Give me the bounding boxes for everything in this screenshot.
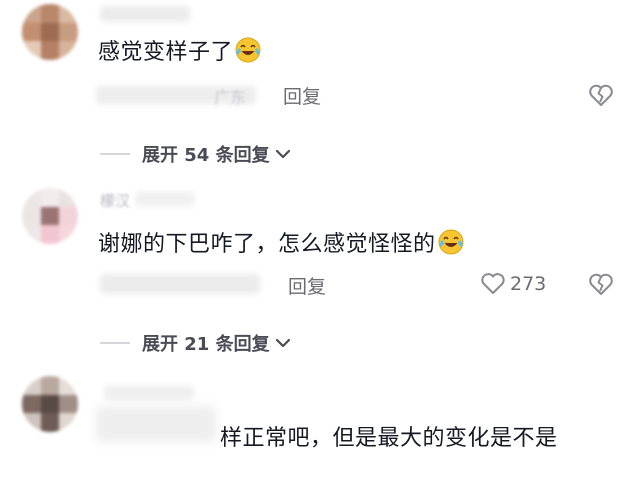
expand-replies-button[interactable]: 展开 21 条回复 [100, 330, 292, 356]
heart-outline-icon [481, 273, 505, 294]
laughing-crying-emoji [235, 37, 261, 69]
expand-replies-label: 展开 54 条回复 [142, 145, 270, 166]
broken-heart-icon[interactable] [588, 83, 614, 111]
comment-text: 谢娜的下巴咋了，怎么感觉怪怪的 [98, 226, 464, 261]
reply-button[interactable]: 回复 [283, 82, 321, 109]
username-fragment[interactable]: 檬汉 [100, 190, 130, 211]
location-fragment: 广东 [214, 88, 247, 107]
comment-text: 感觉变样子了 [98, 34, 261, 69]
reply-button[interactable]: 回复 [288, 272, 326, 299]
like-button[interactable]: 273 [480, 272, 546, 296]
expand-replies-label: 展开 21 条回复 [142, 334, 270, 355]
divider [100, 342, 130, 344]
divider [100, 153, 130, 155]
timestamp-blurred [100, 274, 260, 294]
avatar[interactable] [22, 188, 78, 244]
redacted-text [96, 406, 216, 442]
avatar[interactable] [22, 4, 78, 60]
username-blurred [135, 192, 195, 206]
username-blurred[interactable] [104, 386, 194, 400]
chevron-down-icon [275, 149, 290, 159]
broken-heart-icon[interactable] [588, 272, 614, 300]
expand-replies-button[interactable]: 展开 54 条回复 [100, 141, 292, 167]
chevron-down-icon [275, 338, 290, 348]
username-blurred[interactable] [100, 6, 190, 22]
like-count: 273 [510, 273, 547, 295]
avatar[interactable] [22, 376, 78, 432]
comment-text: 样正常吧，但是最大的变化是不是 [220, 426, 558, 451]
laughing-crying-emoji [438, 229, 464, 261]
